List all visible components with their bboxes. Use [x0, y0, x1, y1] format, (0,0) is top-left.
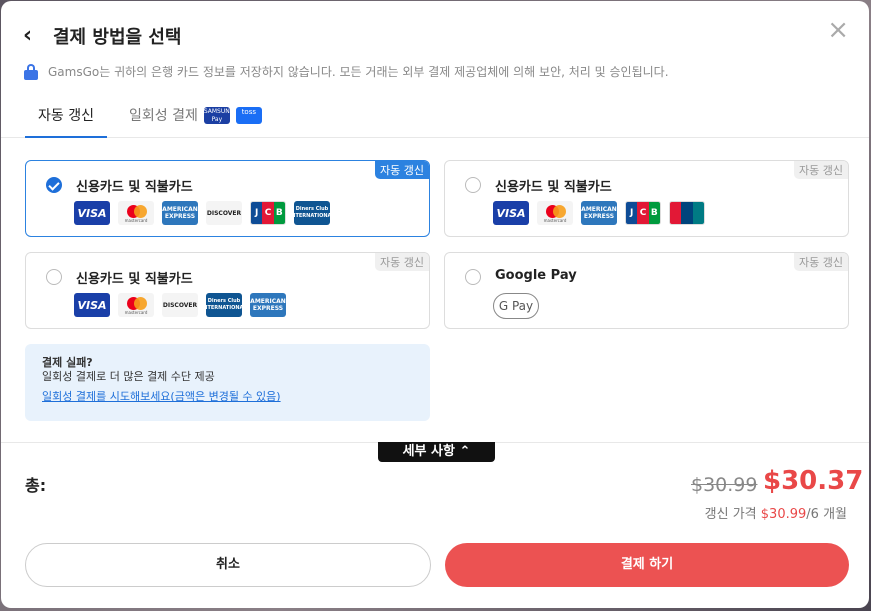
payment-option-card-3[interactable]: 신용카드 및 직불카드 자동 갱신 VISA mastercard DISCOV…: [25, 252, 430, 329]
renewal-amount: $30.99: [760, 507, 807, 522]
samsung-pay-icon: SAMSUNG Pay: [203, 106, 235, 124]
mastercard-icon: mastercard: [118, 293, 154, 317]
discover-icon: DISCOVER: [206, 201, 242, 225]
discover-icon: DISCOVER: [162, 293, 198, 317]
card-logos: VISA mastercard DISCOVER Diners Club INT…: [74, 293, 286, 317]
mastercard-icon: mastercard: [537, 201, 573, 225]
security-notice-text: GamsGo는 귀하의 은행 카드 정보를 저장하지 않습니다. 모든 거래는 …: [48, 65, 669, 79]
auto-renew-tag: 자동 갱신: [794, 161, 848, 179]
try-one-time-payment-link[interactable]: 일회성 결제를 시도해보세요(금액은 변경될 수 있음): [42, 390, 413, 404]
toss-icon: toss: [235, 106, 262, 124]
tab-auto-renew[interactable]: 자동 갱신: [25, 105, 107, 138]
pay-button[interactable]: 결제 하기: [445, 543, 849, 587]
jcb-icon: JCB: [625, 201, 661, 225]
radio-checked-icon[interactable]: [46, 177, 62, 193]
help-title: 결제 실패?: [42, 356, 93, 369]
radio-unchecked-icon[interactable]: [46, 269, 62, 285]
tab-one-time-payment[interactable]: 일회성 결제 SAMSUNG Pay toss: [129, 105, 262, 125]
visa-icon: VISA: [74, 293, 110, 317]
payment-option-label: Google Pay: [495, 268, 577, 283]
payment-option-label: 신용카드 및 직불카드: [76, 272, 193, 287]
renewal-period: /6 개월: [806, 507, 847, 522]
renewal-price: 갱신 가격 $30.99/6 개월: [705, 503, 847, 522]
unionpay-icon: [669, 201, 705, 225]
payment-option-label: 신용카드 및 직불카드: [495, 180, 612, 195]
lock-icon: [24, 63, 38, 80]
details-toggle-button[interactable]: 세부 사항 ⌃: [378, 442, 495, 462]
auto-renew-tag: 자동 갱신: [794, 253, 848, 271]
amex-icon: AMERICAN EXPRESS: [162, 201, 198, 225]
radio-unchecked-icon[interactable]: [465, 269, 481, 285]
jcb-icon: JCB: [250, 201, 286, 225]
visa-icon: VISA: [74, 201, 110, 225]
payment-option-card-2[interactable]: 신용카드 및 직불카드 자동 갱신 VISA mastercard AMERIC…: [444, 160, 849, 237]
back-icon[interactable]: ‹: [23, 25, 32, 47]
amex-icon: AMERICAN EXPRESS: [250, 293, 286, 317]
close-icon[interactable]: ×: [827, 17, 849, 43]
renewal-label: 갱신 가격: [704, 507, 757, 522]
payment-option-label: 신용카드 및 직불카드: [76, 180, 193, 195]
payment-method-modal: ‹ 결제 방법을 선택 × GamsGo는 귀하의 은행 카드 정보를 저장하지…: [1, 1, 869, 608]
original-price: $30.99: [691, 474, 758, 496]
card-logos: VISA mastercard AMERICAN EXPRESS JCB: [493, 201, 705, 225]
google-pay-icon: G Pay: [493, 293, 539, 319]
card-logos: G Pay: [493, 293, 539, 319]
payment-option-card-1[interactable]: 신용카드 및 직불카드 자동 갱신 VISA mastercard AMERIC…: [25, 160, 430, 237]
total-label: 총:: [25, 476, 47, 495]
mastercard-icon: mastercard: [118, 201, 154, 225]
auto-renew-tag: 자동 갱신: [375, 253, 429, 271]
payment-tabs: 자동 갱신 일회성 결제 SAMSUNG Pay toss: [1, 95, 869, 138]
security-notice: GamsGo는 귀하의 은행 카드 정보를 저장하지 않습니다. 모든 거래는 …: [24, 63, 669, 80]
discounted-price: $30.37: [763, 466, 864, 496]
tab-one-time-label: 일회성 결제: [129, 108, 198, 124]
amex-icon: AMERICAN EXPRESS: [581, 201, 617, 225]
help-text: 일회성 결제로 더 많은 결제 수단 제공: [42, 370, 215, 383]
diners-club-icon: Diners Club INTERNATIONAL: [206, 293, 242, 317]
diners-club-icon: Diners Club INTERNATIONAL: [294, 201, 330, 225]
auto-renew-tag: 자동 갱신: [375, 161, 429, 179]
modal-header: ‹ 결제 방법을 선택 ×: [1, 1, 869, 61]
cancel-button[interactable]: 취소: [25, 543, 431, 587]
card-logos: VISA mastercard AMERICAN EXPRESS DISCOVE…: [74, 201, 330, 225]
visa-icon: VISA: [493, 201, 529, 225]
payment-failed-help: 결제 실패? 일회성 결제로 더 많은 결제 수단 제공 일회성 결제를 시도해…: [25, 344, 430, 421]
radio-unchecked-icon[interactable]: [465, 177, 481, 193]
modal-title: 결제 방법을 선택: [53, 27, 182, 48]
payment-option-google-pay[interactable]: Google Pay 자동 갱신 G Pay: [444, 252, 849, 329]
